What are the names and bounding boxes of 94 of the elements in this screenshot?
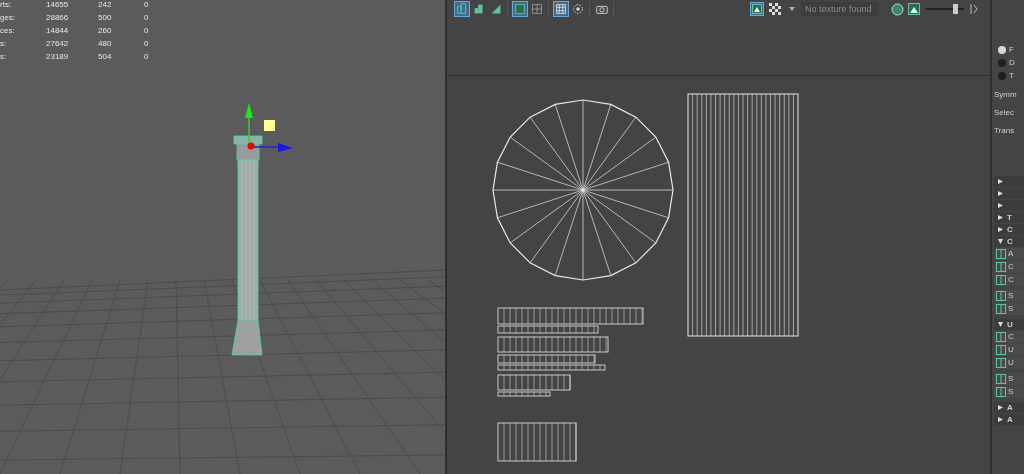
collapsed-arrow-icon	[998, 191, 1003, 196]
tool-item[interactable]: S	[994, 303, 1024, 315]
perspective-viewport[interactable]: rts: 14655 242 0 ges: 28866 500 0 ces: 14844 260 0 s: 27642 480 0 s: 23189 504 0	[0, 0, 445, 474]
collapsed-arrow-icon	[998, 417, 1003, 422]
dropdown-caret-icon[interactable]	[789, 7, 795, 11]
tool-icon	[996, 345, 1006, 355]
tool-item[interactable]: C	[994, 331, 1024, 343]
chevron-icon[interactable]	[970, 3, 978, 15]
checker-icon[interactable]	[769, 3, 781, 15]
hud-label: rts:	[0, 1, 13, 9]
hud-value: 0	[144, 14, 149, 22]
tool-icon	[996, 332, 1006, 342]
radio-label: D	[1009, 59, 1015, 67]
tool-item[interactable]: C	[994, 261, 1024, 273]
hud-value: 23189	[45, 53, 70, 61]
expanded-arrow-icon	[998, 322, 1003, 327]
expanded-arrow-icon	[998, 239, 1003, 244]
hud-value: 480	[98, 40, 113, 48]
hud-value: 242	[98, 1, 113, 9]
section-label: T	[1007, 213, 1012, 222]
collapsed-arrow-icon	[998, 179, 1003, 184]
hud-label: s:	[0, 53, 8, 61]
section-header[interactable]: C	[994, 224, 1024, 235]
section-header[interactable]	[994, 188, 1024, 199]
picture-icon	[752, 4, 762, 14]
section-header[interactable]: A	[994, 402, 1024, 413]
toolbar-button[interactable]	[570, 1, 586, 17]
tool-item[interactable]: U	[994, 344, 1024, 356]
section-header[interactable]	[994, 176, 1024, 187]
section-header[interactable]	[994, 200, 1024, 211]
hud-value: 28866	[45, 14, 70, 22]
tool-item[interactable]: U	[994, 357, 1024, 369]
section-label: A	[1007, 403, 1013, 412]
tool-item[interactable]: S	[994, 373, 1024, 385]
section-header[interactable]: A	[994, 414, 1024, 425]
toolbar-button[interactable]	[553, 1, 569, 17]
tool-item[interactable]: S	[994, 290, 1024, 302]
tool-icon	[996, 304, 1006, 314]
move-manipulator	[245, 103, 293, 152]
field-label: Symm	[994, 91, 1017, 99]
tool-icon	[996, 387, 1006, 397]
exposure-slider[interactable]	[926, 4, 964, 14]
collapsed-arrow-icon	[998, 227, 1003, 232]
hud-value: 14655	[45, 1, 70, 9]
radio-button[interactable]	[998, 59, 1006, 67]
radio-label: T	[1009, 72, 1014, 80]
tool-item[interactable]: C	[994, 274, 1024, 286]
tool-icon	[996, 249, 1006, 259]
toolbar-button[interactable]	[529, 1, 545, 17]
dense-grid-icon	[554, 1, 568, 17]
section-header[interactable]: C	[994, 236, 1024, 247]
tool-icon	[996, 262, 1006, 272]
texture-field[interactable]: No texture found	[801, 2, 879, 16]
tool-item[interactable]: S	[994, 386, 1024, 398]
field-label: Selec	[994, 109, 1014, 117]
collapsed-arrow-icon	[998, 405, 1003, 410]
tool-icon	[996, 275, 1006, 285]
hud-label: s:	[0, 40, 8, 48]
radio-button[interactable]	[998, 72, 1006, 80]
hud-value: 500	[98, 14, 113, 22]
filled-square-icon	[513, 1, 527, 17]
grid-square-icon	[530, 1, 544, 17]
hud-value: 504	[98, 53, 113, 61]
section-label: C	[1007, 237, 1013, 246]
section-header[interactable]: U	[994, 319, 1024, 330]
hud-label: ces:	[0, 27, 16, 35]
dashed-circle-icon	[571, 1, 585, 17]
tool-icon	[996, 358, 1006, 368]
sphere-icon[interactable]	[891, 2, 904, 16]
hud-label: ges:	[0, 14, 17, 22]
section-header[interactable]: T	[994, 212, 1024, 223]
section-label: C	[1007, 225, 1013, 234]
hud-value: 0	[144, 40, 149, 48]
tool-item[interactable]: A	[994, 248, 1024, 260]
collapsed-arrow-icon	[998, 203, 1003, 208]
collapsed-arrow-icon	[998, 215, 1003, 220]
hud-value: 260	[98, 27, 113, 35]
bars-outline-icon	[455, 1, 469, 17]
picture-icon[interactable]	[908, 3, 920, 15]
field-label: Trans	[994, 127, 1015, 135]
hud-value: 0	[144, 27, 149, 35]
tool-icon	[996, 374, 1006, 384]
slider-thumb[interactable]	[953, 4, 959, 14]
hud-value: 0	[144, 1, 149, 9]
radio-label: F	[1009, 46, 1014, 54]
hud-value: 0	[144, 53, 149, 61]
tool-icon	[996, 291, 1006, 301]
section-label: A	[1007, 415, 1013, 424]
toolbar-button[interactable]	[512, 1, 528, 17]
image-toggle-button[interactable]	[750, 2, 764, 16]
hud-value: 14844	[45, 27, 70, 35]
radio-button[interactable]	[998, 46, 1006, 54]
section-label: U	[1007, 320, 1013, 329]
hud-value: 27642	[45, 40, 70, 48]
